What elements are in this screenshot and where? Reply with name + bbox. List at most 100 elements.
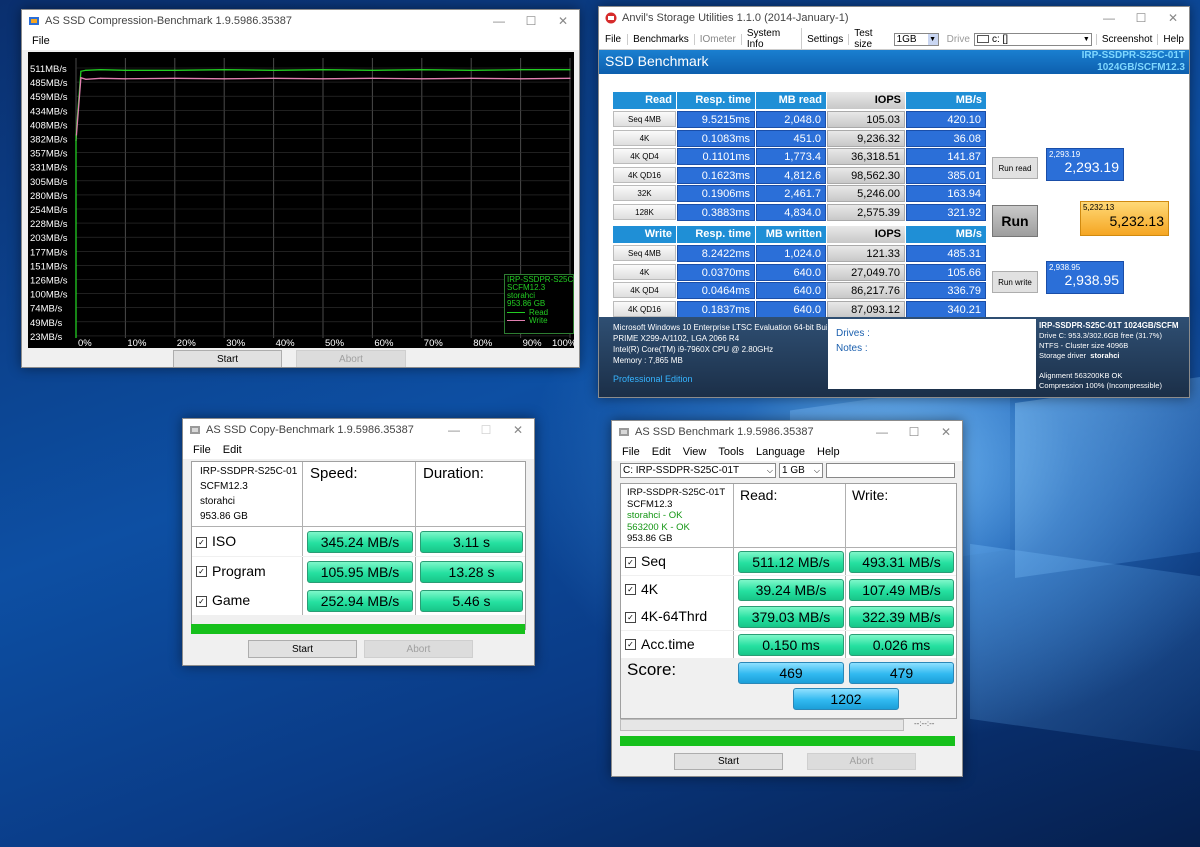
checkbox-icon[interactable]: ✓ (196, 595, 207, 607)
checkbox-icon[interactable]: ✓ (625, 556, 636, 568)
row-label[interactable]: ✓ Seq (621, 548, 734, 575)
run-read-button[interactable]: Run read (992, 157, 1038, 179)
notes-panel[interactable]: Drives : Notes : (828, 319, 1036, 389)
x-tick-label: 30% (226, 338, 246, 348)
result-cell: 2,461.7 (756, 185, 826, 202)
minimize-icon[interactable]: — (483, 14, 515, 28)
checkbox-icon[interactable]: ✓ (625, 584, 636, 596)
notes-label: Notes : (836, 343, 868, 354)
duration-header: Duration: (416, 462, 525, 527)
menu-benchmarks[interactable]: Benchmarks (628, 33, 695, 45)
desktop-light-pane (1015, 376, 1200, 578)
help-button[interactable]: Help (1158, 34, 1189, 45)
menu-file[interactable]: File (599, 33, 629, 45)
maximize-icon[interactable]: ☐ (1125, 11, 1157, 25)
result-cell: 9.5215ms (677, 111, 755, 128)
row-label[interactable]: ✓ Program (192, 556, 303, 586)
data-point-read (273, 69, 275, 71)
data-point-read (85, 69, 87, 71)
close-icon[interactable]: ✕ (502, 423, 534, 437)
x-tick-label: 80% (473, 338, 493, 348)
y-tick-label: 382MB/s (30, 135, 68, 146)
run-write-button[interactable]: Run write (992, 271, 1038, 293)
abort-button[interactable]: Abort (807, 753, 916, 770)
menu-tools[interactable]: Tools (718, 446, 744, 458)
row-label[interactable]: ✓ 4K-64Thrd (621, 603, 734, 630)
minimize-icon[interactable]: — (438, 423, 470, 437)
row-label[interactable]: ✓ ISO (192, 527, 303, 556)
drive-info: IRP-SSDPR-S25C-01 SCFM12.3 storahci 953.… (192, 462, 303, 527)
menu-view[interactable]: View (683, 446, 707, 458)
result-cell: 98,562.30 (827, 166, 905, 184)
menu-file[interactable]: File (193, 444, 211, 456)
window-title: AS SSD Benchmark 1.9.5986.35387 (635, 426, 814, 438)
table-row: ✓ 4K 39.24 MB/s 107.49 MB/s (621, 575, 956, 603)
abort-button[interactable]: Abort (296, 350, 406, 367)
start-button[interactable]: Start (248, 640, 357, 658)
checkbox-icon[interactable]: ✓ (196, 566, 207, 578)
row-label[interactable]: ✓ 4K (621, 575, 734, 603)
close-icon[interactable]: ✕ (547, 14, 579, 28)
menu-settings[interactable]: Settings (802, 33, 850, 45)
name-input[interactable] (826, 463, 955, 478)
menu-edit[interactable]: Edit (652, 446, 671, 458)
y-tick-label: 305MB/s (30, 177, 68, 188)
minimize-icon[interactable]: — (866, 425, 898, 439)
column-header: IOPS (827, 92, 905, 109)
data-point-read (470, 69, 472, 71)
row-label[interactable]: ✓ Acc.time (621, 630, 734, 658)
drive-select[interactable]: c: [] ▼ (973, 32, 1092, 46)
result-cell: 1,773.4 (756, 148, 826, 165)
test-size-select[interactable]: 1GB ▼ (893, 32, 939, 46)
start-button[interactable]: Start (173, 350, 282, 367)
drive-select[interactable]: C: IRP-SSDPR-S25C-01T ⌵ (620, 463, 776, 478)
row-label: Seq 4MB (613, 245, 676, 261)
results-grid: IRP-SSDPR-S25C-01T SCFM12.3 storahci - O… (620, 483, 957, 719)
table-row: ✓ ISO 345.24 MB/s 3.11 s (192, 527, 525, 556)
y-tick-label: 100MB/s (30, 290, 68, 301)
total-score: 5,232.13 (1109, 213, 1165, 229)
y-tick-label: 74MB/s (30, 304, 62, 315)
anvil-window: Anvil's Storage Utilities 1.1.0 (2014-Ja… (598, 6, 1190, 398)
checkbox-icon[interactable]: ✓ (196, 536, 207, 548)
checkbox-icon[interactable]: ✓ (625, 611, 636, 623)
screenshot-button[interactable]: Screenshot (1095, 33, 1159, 45)
maximize-icon[interactable]: ☐ (515, 14, 547, 28)
y-tick-label: 408MB/s (30, 120, 68, 131)
start-button[interactable]: Start (674, 753, 783, 770)
result-cell: 4,812.6 (756, 166, 826, 184)
result-cell: 336.79 (906, 282, 986, 299)
data-point-write (100, 77, 102, 79)
data-point-read (100, 69, 102, 71)
maximize-icon[interactable]: ☐ (898, 425, 930, 439)
result-cell: 0.1101ms (677, 148, 755, 165)
column-header: MB read (756, 92, 826, 109)
menu-edit[interactable]: Edit (223, 444, 242, 456)
title-bar: AS SSD Benchmark 1.9.5986.35387 — ☐ ✕ (612, 421, 962, 443)
chevron-down-icon: ⌵ (766, 466, 773, 475)
data-point-write (273, 77, 275, 79)
maximize-icon[interactable]: ☐ (470, 423, 502, 437)
read-score-box: 2,293.19 2,293.19 (1046, 148, 1124, 181)
size-select[interactable]: 1 GB ⌵ (779, 463, 823, 478)
write-value: 0.026 ms (849, 633, 954, 656)
minimize-icon[interactable]: — (1093, 11, 1125, 25)
y-tick-label: 228MB/s (30, 219, 68, 230)
close-icon[interactable]: ✕ (1157, 11, 1189, 25)
result-cell: 0.1837ms (677, 300, 755, 318)
menu-language[interactable]: Language (756, 446, 805, 458)
menu-file[interactable]: File (32, 35, 50, 47)
abort-button[interactable]: Abort (364, 640, 473, 658)
speed-header: Speed: (303, 462, 416, 527)
menu-iometer[interactable]: IOmeter (695, 33, 742, 45)
y-tick-label: 357MB/s (30, 149, 68, 160)
menu-file[interactable]: File (622, 446, 640, 458)
checkbox-icon[interactable]: ✓ (625, 639, 636, 651)
menu-help[interactable]: Help (817, 446, 840, 458)
run-button[interactable]: Run (992, 205, 1038, 237)
close-icon[interactable]: ✕ (930, 425, 962, 439)
y-tick-label: 126MB/s (30, 276, 68, 287)
y-tick-label: 511MB/s (30, 64, 67, 75)
row-label[interactable]: ✓ Game (192, 586, 303, 615)
menu-system-info[interactable]: System Info (742, 28, 803, 50)
